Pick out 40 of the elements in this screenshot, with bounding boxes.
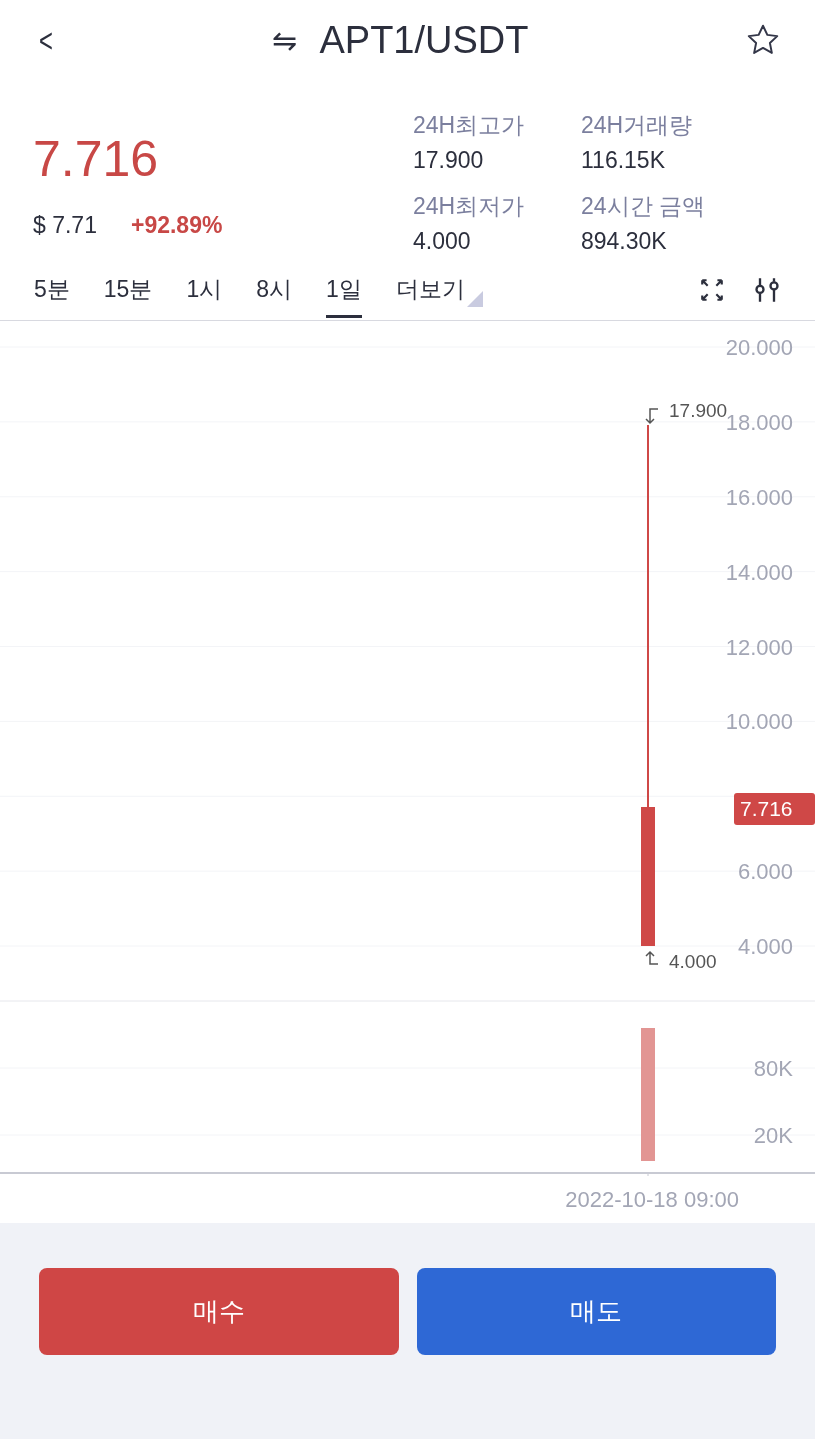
- price-change: +92.89%: [130, 212, 223, 239]
- low-marker-icon: [645, 950, 659, 965]
- axis-label: 12.000: [725, 634, 793, 660]
- stat-label: 24시간 금액: [581, 192, 706, 221]
- time-label: 2022-10-18 09:00: [565, 1186, 739, 1213]
- interval-tab[interactable]: 5분: [34, 262, 70, 318]
- high-marker-icon: [645, 408, 659, 425]
- interval-tab[interactable]: 15분: [103, 262, 153, 318]
- stat-value: 4.000: [413, 228, 472, 255]
- buy-button[interactable]: 매수: [39, 1268, 399, 1355]
- stat-value: 17.900: [413, 147, 485, 174]
- axis-label: 80K: [753, 1056, 793, 1081]
- axis-label: 16.000: [725, 484, 793, 510]
- stat-value: 894.30K: [581, 228, 668, 255]
- stat-label: 24H최저가: [413, 192, 526, 221]
- current-price: 7.716: [740, 797, 793, 820]
- low-label: 4.000: [669, 951, 717, 972]
- pair-title: APT1/USDT: [319, 18, 529, 62]
- fullscreen-icon[interactable]: [699, 277, 725, 303]
- interval-tab[interactable]: 더보기: [395, 262, 483, 318]
- back-button[interactable]: <: [39, 20, 53, 60]
- usd-price: $ 7.71: [33, 212, 97, 239]
- axis-label: 20.000: [725, 335, 793, 360]
- axis-label: 10.000: [725, 709, 793, 735]
- last-price: 7.716: [33, 130, 160, 188]
- sell-button[interactable]: 매도: [416, 1268, 776, 1355]
- axis-label: 6.000: [737, 859, 793, 885]
- interval-tab[interactable]: 1일: [326, 262, 362, 318]
- dropdown-corner-icon: [466, 290, 483, 307]
- stat-value: 116.15K: [581, 147, 666, 174]
- axis-label: 14.000: [725, 559, 793, 585]
- axis-label: 20K: [753, 1123, 793, 1148]
- swap-icon[interactable]: ⇋: [272, 22, 298, 58]
- interval-tab[interactable]: 1시: [186, 262, 223, 318]
- stat-label: 24H최고가: [413, 111, 526, 140]
- high-label: 17.900: [669, 400, 728, 421]
- settings-icon[interactable]: [753, 276, 781, 304]
- stat-label: 24H거래량: [581, 111, 694, 140]
- interval-tab[interactable]: 8시: [256, 262, 292, 318]
- axis-label: 4.000: [737, 934, 793, 960]
